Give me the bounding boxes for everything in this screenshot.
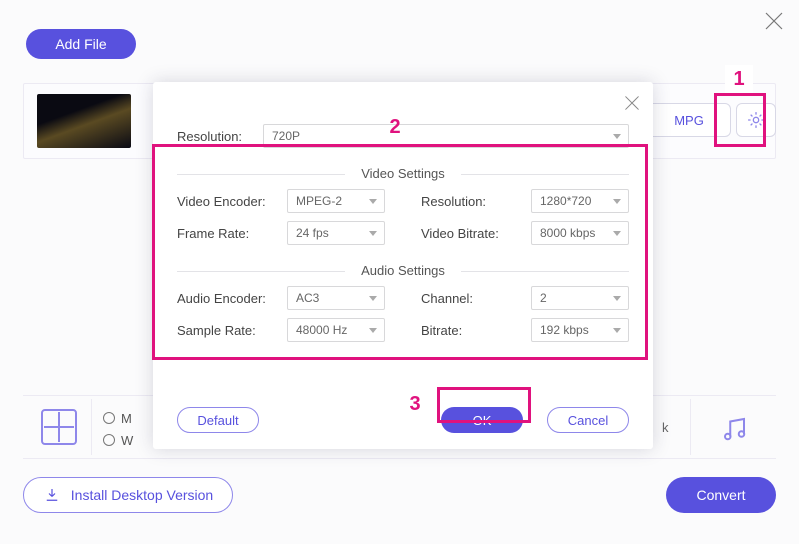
channel-select[interactable]: 2 [531,286,629,310]
window-close-icon[interactable] [763,10,785,35]
audio-encoder-select[interactable]: AC3 [287,286,385,310]
convert-button[interactable]: Convert [666,477,776,513]
audio-bitrate-label: Bitrate: [421,323,462,338]
settings-gear-button[interactable] [736,103,776,137]
add-file-button[interactable]: Add File [26,29,136,59]
video-encoder-label: Video Encoder: [177,194,266,209]
sample-rate-label: Sample Rate: [177,323,256,338]
resolution-select[interactable]: 720P [263,124,629,148]
ok-button[interactable]: OK [441,407,523,433]
download-icon [43,486,61,504]
default-button[interactable]: Default [177,407,259,433]
video-bitrate-label: Video Bitrate: [421,226,499,241]
annotation-badge-1: 1 [725,65,753,93]
annotation-badge-3: 3 [401,390,429,418]
video-bitrate-select[interactable]: 8000 kbps [531,221,629,245]
channel-label: Channel: [421,291,473,306]
resolution-label: Resolution: [177,129,247,144]
sample-rate-select[interactable]: 48000 Hz [287,318,385,342]
annotation-badge-2: 2 [381,113,409,141]
video-res-label: Resolution: [421,194,486,209]
music-icon[interactable] [719,414,749,447]
radio-off-icon[interactable] [103,412,115,424]
output-mode-radios[interactable]: M W [103,407,133,451]
film-icon [41,409,77,445]
video-encoder-select[interactable]: MPEG-2 [287,189,385,213]
divider [690,399,691,455]
cancel-button[interactable]: Cancel [547,407,629,433]
frame-rate-select[interactable]: 24 fps [287,221,385,245]
video-thumbnail[interactable] [37,94,131,148]
radio-off-icon[interactable] [103,434,115,446]
audio-settings-header: Audio Settings [177,263,629,278]
video-res-select[interactable]: 1280*720 [531,189,629,213]
install-desktop-label: Install Desktop Version [71,487,213,503]
video-settings-header: Video Settings [177,166,629,181]
output-profile-button[interactable]: MPG [647,103,731,137]
audio-encoder-label: Audio Encoder: [177,291,266,306]
gear-icon [746,110,766,130]
frame-rate-label: Frame Rate: [177,226,249,241]
text-k: k [662,420,669,435]
audio-bitrate-select[interactable]: 192 kbps [531,318,629,342]
install-desktop-button[interactable]: Install Desktop Version [23,477,233,513]
divider [91,399,92,455]
